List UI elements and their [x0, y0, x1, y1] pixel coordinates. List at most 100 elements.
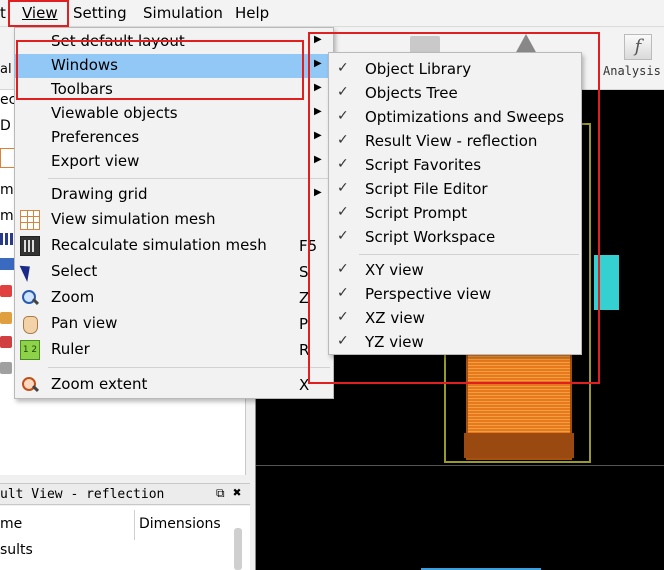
checkmark-icon: ✓	[337, 60, 349, 76]
menu-item-label: Export view	[51, 152, 140, 170]
checkmark-icon: ✓	[337, 108, 349, 124]
menu-item-export-view[interactable]: Export view ▶	[15, 150, 333, 174]
menu-help[interactable]: Help	[235, 4, 269, 22]
menu-item-ruler[interactable]: 1 2 Ruler R	[15, 338, 333, 362]
submenu-arrow-icon: ▶	[314, 82, 322, 93]
menu-item-viewable-objects[interactable]: Viewable objects ▶	[15, 102, 333, 126]
window-toggle-label: Objects Tree	[365, 84, 458, 102]
tree-item-icon	[0, 336, 12, 348]
tree-item-icon	[0, 285, 12, 297]
zoom-icon	[20, 288, 40, 308]
structure-icon[interactable]	[515, 34, 537, 54]
window-toggle-script-workspace[interactable]: ✓ Script Workspace	[329, 226, 581, 250]
menu-item-label: Zoom extent	[51, 375, 148, 393]
tree-row-results[interactable]: sults	[0, 542, 33, 558]
menu-item-set-default-layout[interactable]: Set default layout ▶	[15, 30, 333, 54]
menu-item-select[interactable]: Select S	[15, 260, 333, 284]
menu-separator	[48, 367, 330, 368]
substrate-region	[464, 433, 574, 458]
submenu-arrow-icon: ▶	[314, 58, 322, 69]
column-header-dimensions[interactable]: Dimensions	[139, 516, 221, 532]
window-toggle-yz-view[interactable]: ✓ YZ view	[329, 331, 581, 355]
menu-item-label: Drawing grid	[51, 185, 148, 203]
menu-item-recalculate-simulation-mesh[interactable]: Recalculate simulation mesh F5	[15, 234, 333, 258]
viewport-divider	[256, 465, 664, 466]
checkmark-icon: ✓	[337, 261, 349, 277]
checkmark-icon: ✓	[337, 285, 349, 301]
menu-item-label: Set default layout	[51, 32, 185, 50]
menu-simulation[interactable]: Simulation	[143, 4, 223, 22]
menu-item-drawing-grid[interactable]: Drawing grid ▶	[15, 183, 333, 207]
window-toggle-label: Script Workspace	[365, 228, 496, 246]
menu-item-label: Select	[51, 262, 98, 280]
tree-item-icon	[0, 362, 12, 374]
menu-item-windows[interactable]: Windows ▶	[15, 54, 333, 78]
menu-item-label: Preferences	[51, 128, 140, 146]
submenu-arrow-icon: ▶	[314, 34, 322, 45]
menu-item-zoom[interactable]: Zoom Z	[15, 286, 333, 310]
vertical-scrollbar[interactable]	[234, 528, 242, 570]
column-divider[interactable]	[134, 510, 135, 540]
submenu-arrow-icon: ▶	[314, 106, 322, 117]
panel-partial-label: D	[0, 118, 11, 134]
zoom-extent-icon	[20, 375, 40, 395]
menu-separator	[48, 178, 330, 179]
menu-setting[interactable]: Setting	[73, 4, 127, 22]
submenu-arrow-icon: ▶	[314, 130, 322, 141]
cyan-structure	[594, 255, 619, 310]
window-toggle-result-view[interactable]: ✓ Result View - reflection	[329, 130, 581, 154]
float-panel-icon[interactable]: ⧉	[216, 486, 225, 501]
menu-item-label: Viewable objects	[51, 104, 178, 122]
window-toggle-script-favorites[interactable]: ✓ Script Favorites	[329, 154, 581, 178]
window-toggle-label: Script Favorites	[365, 156, 482, 174]
column-header-name[interactable]: me	[0, 516, 22, 532]
window-toggle-perspective-view[interactable]: ✓ Perspective view	[329, 283, 581, 307]
tree-item-partial[interactable]: m	[0, 208, 14, 224]
close-panel-icon[interactable]: ✖	[233, 485, 241, 501]
checkmark-icon: ✓	[337, 333, 349, 349]
select-arrow-icon	[20, 262, 40, 282]
checkmark-icon: ✓	[337, 228, 349, 244]
window-toggle-objects-tree[interactable]: ✓ Objects Tree	[329, 82, 581, 106]
menubar: t View Setting Simulation Help	[0, 0, 664, 27]
window-toggle-object-library[interactable]: ✓ Object Library	[329, 58, 581, 82]
menu-item-label: View simulation mesh	[51, 210, 216, 228]
window-toggle-label: Script File Editor	[365, 180, 488, 198]
window-toggle-xy-view[interactable]: ✓ XY view	[329, 259, 581, 283]
submenu-arrow-icon: ▶	[314, 154, 322, 165]
window-toggle-label: Result View - reflection	[365, 132, 538, 150]
menu-item-toolbars[interactable]: Toolbars ▶	[15, 78, 333, 102]
shortcut-label: Z	[299, 289, 310, 307]
pan-hand-icon	[20, 314, 40, 334]
menu-item-preferences[interactable]: Preferences ▶	[15, 126, 333, 150]
toolbar-partial-label: al	[0, 62, 12, 77]
tree-item-icon	[0, 312, 12, 324]
result-view-titlebar: ult View - reflection ⧉ ✖	[0, 483, 250, 505]
shortcut-label: F5	[299, 237, 318, 255]
window-toggle-script-file-editor[interactable]: ✓ Script File Editor	[329, 178, 581, 202]
window-toggle-xz-view[interactable]: ✓ XZ view	[329, 307, 581, 331]
menu-item-label: Ruler	[51, 340, 90, 358]
windows-submenu: ✓ Object Library ✓ Objects Tree ✓ Optimi…	[328, 52, 582, 355]
menu-item-zoom-extent[interactable]: Zoom extent X	[15, 373, 333, 397]
mesh-grid-icon	[20, 210, 40, 230]
checkmark-icon: ✓	[337, 156, 349, 172]
checkmark-icon: ✓	[337, 132, 349, 148]
menu-file-partial[interactable]: t	[0, 4, 6, 22]
window-toggle-optimizations-sweeps[interactable]: ✓ Optimizations and Sweeps	[329, 106, 581, 130]
submenu-arrow-icon: ▶	[314, 187, 322, 198]
tree-item-partial[interactable]: m	[0, 182, 14, 198]
menu-view[interactable]: View	[22, 4, 58, 22]
menu-separator	[359, 254, 579, 255]
window-toggle-label: XY view	[365, 261, 424, 279]
ruler-icon: 1 2	[20, 340, 40, 360]
menu-item-view-simulation-mesh[interactable]: View simulation mesh	[15, 208, 333, 232]
result-view-title: ult View - reflection	[0, 487, 165, 502]
menu-item-label: Zoom	[51, 288, 95, 306]
window-toggle-script-prompt[interactable]: ✓ Script Prompt	[329, 202, 581, 226]
tree-item-icon	[0, 258, 14, 270]
analysis-function-icon[interactable]: f	[624, 34, 652, 60]
menu-item-pan-view[interactable]: Pan view P	[15, 312, 333, 336]
analysis-button-label[interactable]: Analysis	[603, 64, 661, 78]
menu-item-label: Windows	[51, 56, 118, 74]
